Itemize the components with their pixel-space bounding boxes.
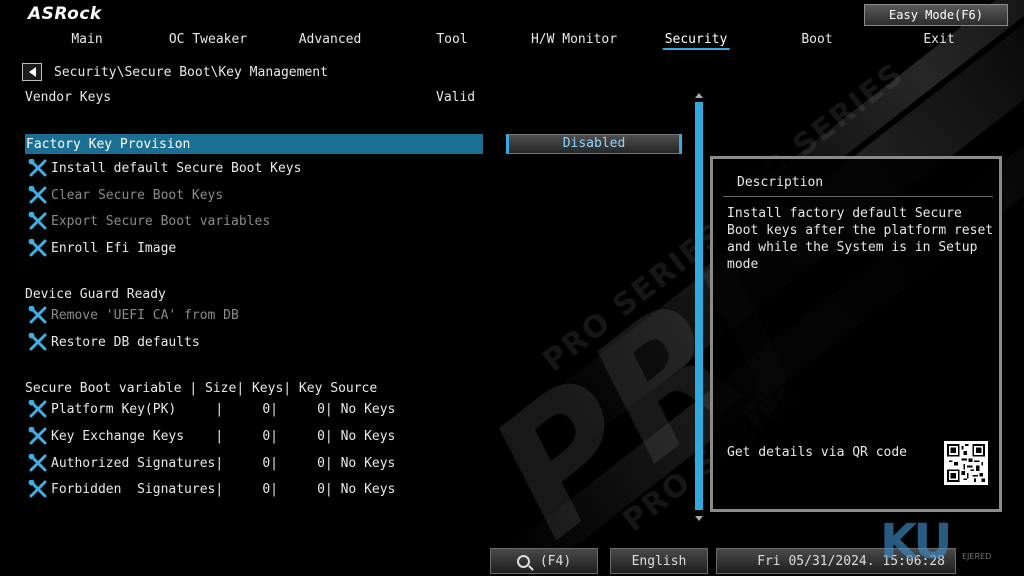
tab-main[interactable]: Main	[71, 32, 102, 47]
breadcrumb: Security\Secure Boot\Key Management	[22, 62, 328, 82]
install-default-keys-item[interactable]: Install default Secure Boot Keys	[28, 158, 301, 178]
watermark-small-text: EJERED	[962, 552, 992, 561]
device-guard-label: Device Guard Ready	[25, 287, 166, 302]
wrench-icon	[28, 238, 48, 257]
tab-oc-tweaker[interactable]: OC Tweaker	[169, 32, 247, 47]
remove-uefi-ca-label: Remove 'UEFI CA' from DB	[51, 307, 239, 323]
enroll-efi-image-item[interactable]: Enroll Efi Image	[28, 238, 176, 258]
description-divider	[723, 196, 993, 197]
watermark-logo: KU EJERED	[880, 514, 1020, 574]
clear-keys-label: Clear Secure Boot Keys	[51, 187, 224, 203]
restore-db-defaults-label: Restore DB defaults	[51, 334, 200, 350]
description-title: Description	[737, 175, 824, 190]
wrench-icon	[28, 332, 48, 351]
tab-boot[interactable]: Boot	[801, 32, 832, 47]
description-text: Install factory default Secure Boot keys…	[727, 206, 994, 272]
bottom-bar: (F4) English Fri 05/31/2024. 15:06:28	[0, 546, 1024, 576]
key-exchange-keys-row: Key Exchange Keys | 0| 0| No Keys	[51, 428, 396, 444]
asrock-logo: ASRock	[28, 4, 102, 24]
search-button[interactable]: (F4)	[490, 548, 598, 574]
factory-key-provision-select[interactable]: Disabled	[506, 134, 682, 154]
breadcrumb-path: Security\Secure Boot\Key Management	[54, 64, 328, 80]
forbidden-signatures-row: Forbidden Signatures| 0| 0| No Keys	[51, 481, 396, 497]
watermark-text: KU	[880, 514, 952, 570]
restore-db-defaults-item[interactable]: Restore DB defaults	[28, 332, 200, 352]
scrollbar-thumb[interactable]	[695, 102, 703, 510]
search-shortcut-label: (F4)	[539, 553, 572, 569]
platform-key-row: Platform Key(PK) | 0| 0| No Keys	[51, 401, 396, 417]
qr-code-icon	[944, 441, 988, 485]
vendor-keys-value: Valid	[436, 90, 476, 105]
remove-uefi-ca-item[interactable]: Remove 'UEFI CA' from DB	[28, 305, 239, 325]
vendor-keys-label: Vendor Keys	[25, 90, 112, 105]
export-variables-label: Export Secure Boot variables	[51, 213, 271, 229]
key-exchange-keys-item[interactable]: Key Exchange Keys | 0| 0| No Keys	[28, 426, 395, 446]
back-button[interactable]	[22, 63, 42, 81]
wrench-icon	[28, 185, 48, 204]
wrench-icon	[28, 426, 48, 445]
description-panel: Description Install factory default Secu…	[710, 156, 1002, 512]
tab-security[interactable]: Security	[662, 32, 729, 50]
variables-table-header: Secure Boot variable | Size| Keys| Key S…	[25, 381, 378, 396]
clear-keys-item[interactable]: Clear Secure Boot Keys	[28, 185, 223, 205]
install-default-keys-label: Install default Secure Boot Keys	[51, 160, 302, 176]
scrollbar[interactable]	[694, 92, 704, 522]
tab-advanced[interactable]: Advanced	[299, 32, 362, 47]
scroll-up-arrow-icon[interactable]	[694, 92, 704, 100]
wrench-icon	[28, 211, 48, 230]
platform-key-item[interactable]: Platform Key(PK) | 0| 0| No Keys	[28, 399, 395, 419]
forbidden-signatures-item[interactable]: Forbidden Signatures| 0| 0| No Keys	[28, 479, 395, 499]
export-variables-item[interactable]: Export Secure Boot variables	[28, 211, 270, 231]
tab-hw-monitor[interactable]: H/W Monitor	[531, 32, 617, 47]
easy-mode-button[interactable]: Easy Mode(F6)	[864, 4, 1008, 26]
tab-tool[interactable]: Tool	[436, 32, 467, 47]
factory-key-provision-label[interactable]: Factory Key Provision	[26, 137, 190, 152]
wrench-icon	[28, 453, 48, 472]
qr-code-label: Get details via QR code	[727, 445, 908, 460]
language-button[interactable]: English	[610, 548, 708, 574]
main-nav: Main OC Tweaker Advanced Tool H/W Monito…	[0, 32, 1024, 52]
tab-exit[interactable]: Exit	[923, 32, 954, 47]
wrench-icon	[28, 158, 48, 177]
wrench-icon	[28, 305, 48, 324]
wrench-icon	[28, 479, 48, 498]
wrench-icon	[28, 399, 48, 418]
authorized-signatures-row: Authorized Signatures| 0| 0| No Keys	[51, 455, 396, 471]
search-icon	[516, 554, 530, 568]
authorized-signatures-item[interactable]: Authorized Signatures| 0| 0| No Keys	[28, 453, 395, 473]
scroll-down-arrow-icon[interactable]	[694, 514, 704, 522]
enroll-efi-image-label: Enroll Efi Image	[51, 240, 177, 256]
